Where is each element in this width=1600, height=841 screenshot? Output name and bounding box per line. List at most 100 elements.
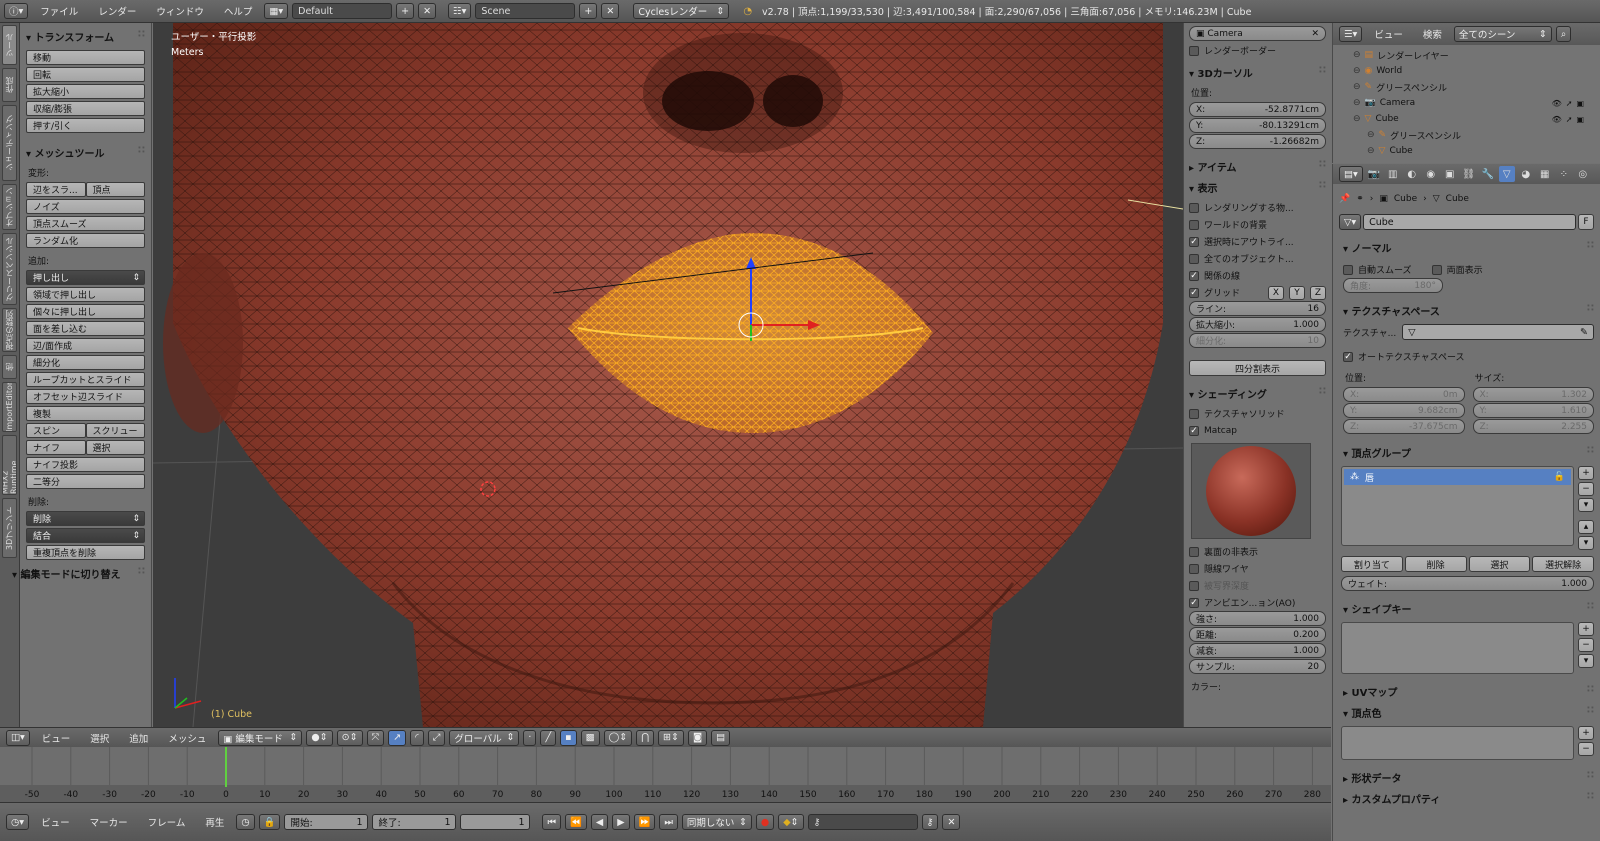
texspace-size-y[interactable]: Y: 1.610 [1472, 403, 1594, 418]
face-select-mode[interactable]: ▪ [560, 729, 577, 746]
grid-z-toggle[interactable]: Z [1310, 285, 1326, 300]
physics-icon[interactable]: ◎ [1575, 166, 1591, 182]
grid-scale-field[interactable]: 拡大縮小: 1.000 [1189, 317, 1326, 332]
knife-project-button[interactable]: ナイフ投影 [26, 457, 145, 472]
vgroup-remove-button[interactable]: 削除 [1404, 556, 1467, 572]
checkbox[interactable]: ✓ [1189, 425, 1199, 436]
vertex-color-list[interactable] [1341, 726, 1574, 760]
expand-icon[interactable]: ⊖ [1353, 114, 1361, 124]
panel-vertex-colors-header[interactable]: ▾ 頂点色 ∷ [1343, 705, 1594, 720]
fake-user-button[interactable]: F [1578, 214, 1594, 230]
tab-misc[interactable]: 他 [2, 355, 17, 379]
rotate-manipulator-toggle[interactable]: ◜ [410, 729, 424, 746]
timeline-marker-menu[interactable]: マーカー [82, 815, 136, 829]
remove-scene-button[interactable]: ✕ [601, 3, 620, 19]
outliner-view-menu[interactable]: ビュー [1366, 27, 1411, 41]
jump-end-button[interactable]: ⏭ [659, 814, 678, 830]
editor-type-button[interactable]: ⓘ ▾ [4, 3, 29, 19]
texspace-loc-x[interactable]: X: 0m [1343, 387, 1465, 402]
add-shape-key-button[interactable]: + [1578, 622, 1594, 636]
screw-button[interactable]: スクリュー [85, 423, 145, 438]
dof-check[interactable]: 被写界深度 [1189, 577, 1326, 594]
checkbox[interactable]: ✓ [1343, 351, 1353, 362]
tab-options[interactable]: オプション [2, 184, 17, 230]
randomize-button[interactable]: ランダム化 [26, 233, 145, 248]
remove-vgroup-button[interactable]: − [1578, 482, 1594, 496]
display-check[interactable]: ✓ 関係の線 [1189, 267, 1326, 284]
texspace-size-z[interactable]: Z: 2.255 [1472, 419, 1594, 434]
vgroup-select-button[interactable]: 選択 [1468, 556, 1531, 572]
duplicate-button[interactable]: 複製 [26, 406, 145, 421]
display-check[interactable]: 全てのオブジェクト... [1189, 250, 1326, 267]
mode-select[interactable]: ▣ 編集モード ⇕ [218, 729, 303, 746]
matcap-check[interactable]: ✓ Matcap [1189, 422, 1326, 439]
insert-keyframe-button[interactable]: ⚷ [921, 814, 939, 830]
checkbox[interactable]: ✓ [1189, 270, 1199, 281]
play-button[interactable]: ▶ [612, 814, 630, 830]
render-engine-select[interactable]: Cyclesレンダー ⇕ [633, 3, 730, 19]
checkbox[interactable] [1431, 264, 1442, 275]
remove-doubles-button[interactable]: 重複頂点を削除 [26, 545, 145, 560]
pin-icon[interactable]: 📌 [1339, 194, 1350, 204]
bisect-button[interactable]: 二等分 [26, 474, 145, 489]
edge-slide-button[interactable]: 辺をスラ... [26, 182, 86, 197]
expand-icon[interactable]: ⊖ [1353, 98, 1361, 108]
checkbox[interactable] [1189, 408, 1199, 419]
cursor-z-field[interactable]: Z: -1.26682m [1189, 134, 1326, 149]
expand-icon[interactable]: ⊖ [1367, 146, 1375, 156]
panel-uv-maps-header[interactable]: ▸ UVマップ ∷ [1343, 684, 1594, 699]
panel-editmode-header[interactable]: ▾ 編集モードに切り替え ∷ [12, 566, 145, 581]
delete-select[interactable]: 削除 ⇕ [26, 511, 145, 526]
checkbox[interactable] [1189, 563, 1199, 574]
checkbox[interactable]: ✓ [1189, 287, 1199, 298]
snap-element-select[interactable]: ⊞ ⇕ [658, 729, 684, 746]
grid-check[interactable]: ✓ グリッド X Y Z [1189, 284, 1326, 301]
delete-keyframe-button[interactable]: ✕ [942, 814, 961, 830]
offset-edge-slide-button[interactable]: オフセット辺スライド [26, 389, 145, 404]
checkbox[interactable] [1189, 546, 1199, 557]
shape-key-specials-button[interactable]: ▾ [1578, 654, 1594, 668]
shape-key-list[interactable] [1341, 622, 1574, 674]
shading-select[interactable]: ● ⇕ [306, 729, 333, 746]
occlude-toggle[interactable]: ▩ [580, 729, 600, 746]
add-vertex-color-button[interactable]: + [1578, 726, 1594, 740]
tab-view-align[interactable]: 視点の整列 [2, 308, 17, 352]
display-check[interactable]: ワールドの背景 [1189, 216, 1326, 233]
layout-icon-button[interactable]: ▦ ▾ [264, 3, 289, 19]
render-layers-icon[interactable]: ▥ [1385, 166, 1401, 182]
texspace-size-x[interactable]: X: 1.302 [1472, 387, 1594, 402]
expand-icon[interactable]: ⊖ [1353, 66, 1361, 76]
camera-field[interactable]: ▣ Camera ✕ [1189, 26, 1326, 41]
remove-shape-key-button[interactable]: − [1578, 638, 1594, 652]
panel-geometry-data-header[interactable]: ▸ 形状データ ∷ [1343, 770, 1594, 785]
snap-toggle[interactable]: ⋂ [636, 729, 655, 746]
texture-mesh-field[interactable]: ▽ ✎ [1402, 324, 1594, 340]
panel-shape-keys-header[interactable]: ▾ シェイプキー ∷ [1343, 601, 1594, 616]
cursor-y-field[interactable]: Y: -80.13291cm [1189, 118, 1326, 133]
material-icon[interactable]: ◕ [1518, 166, 1534, 182]
outliner-row[interactable]: ⊖ ▤ レンダーレイヤー [1339, 47, 1594, 63]
render-toggle-icon[interactable]: ▣ [1576, 99, 1584, 108]
add-layout-button[interactable]: + [396, 3, 415, 19]
next-keyframe-button[interactable]: ⏩ [633, 814, 656, 830]
grid-subdiv-field[interactable]: 細分化: 10 [1189, 333, 1326, 348]
make-edge-face-button[interactable]: 辺/面作成 [26, 338, 145, 353]
panel-texture-space-header[interactable]: ▾ テクスチャスペース ∷ [1343, 303, 1594, 318]
vertex-select-mode[interactable]: · [523, 729, 537, 746]
menu-render[interactable]: レンダー [90, 4, 144, 18]
panel-item-header[interactable]: ▸ アイテム ∷ [1189, 159, 1326, 174]
scene-icon-button[interactable]: ☷ ▾ [448, 3, 472, 19]
vertex-group-list[interactable]: ⁂ 唇 🔓 [1341, 466, 1574, 546]
scene-icon[interactable]: ◐ [1404, 166, 1420, 182]
editor-type-button[interactable]: ▤ ▾ [1339, 166, 1363, 182]
vgroup-specials-button[interactable]: ▾ [1578, 498, 1594, 512]
grid-y-toggle[interactable]: Y [1289, 285, 1305, 300]
render-border-check[interactable]: レンダーボーダー [1189, 42, 1326, 59]
outliner-row[interactable]: ⊖ ✎ グリースペンシル [1339, 127, 1594, 143]
inset-faces-button[interactable]: 面を差し込む [26, 321, 145, 336]
modifiers-icon[interactable]: 🔧 [1480, 166, 1496, 182]
extrude-individual-button[interactable]: 個々に押し出し [26, 304, 145, 319]
merge-select[interactable]: 結合 ⇕ [26, 528, 145, 543]
backface-culling-check[interactable]: 裏面の非表示 [1189, 543, 1326, 560]
viewport-mesh-menu[interactable]: メッシュ [160, 731, 214, 745]
